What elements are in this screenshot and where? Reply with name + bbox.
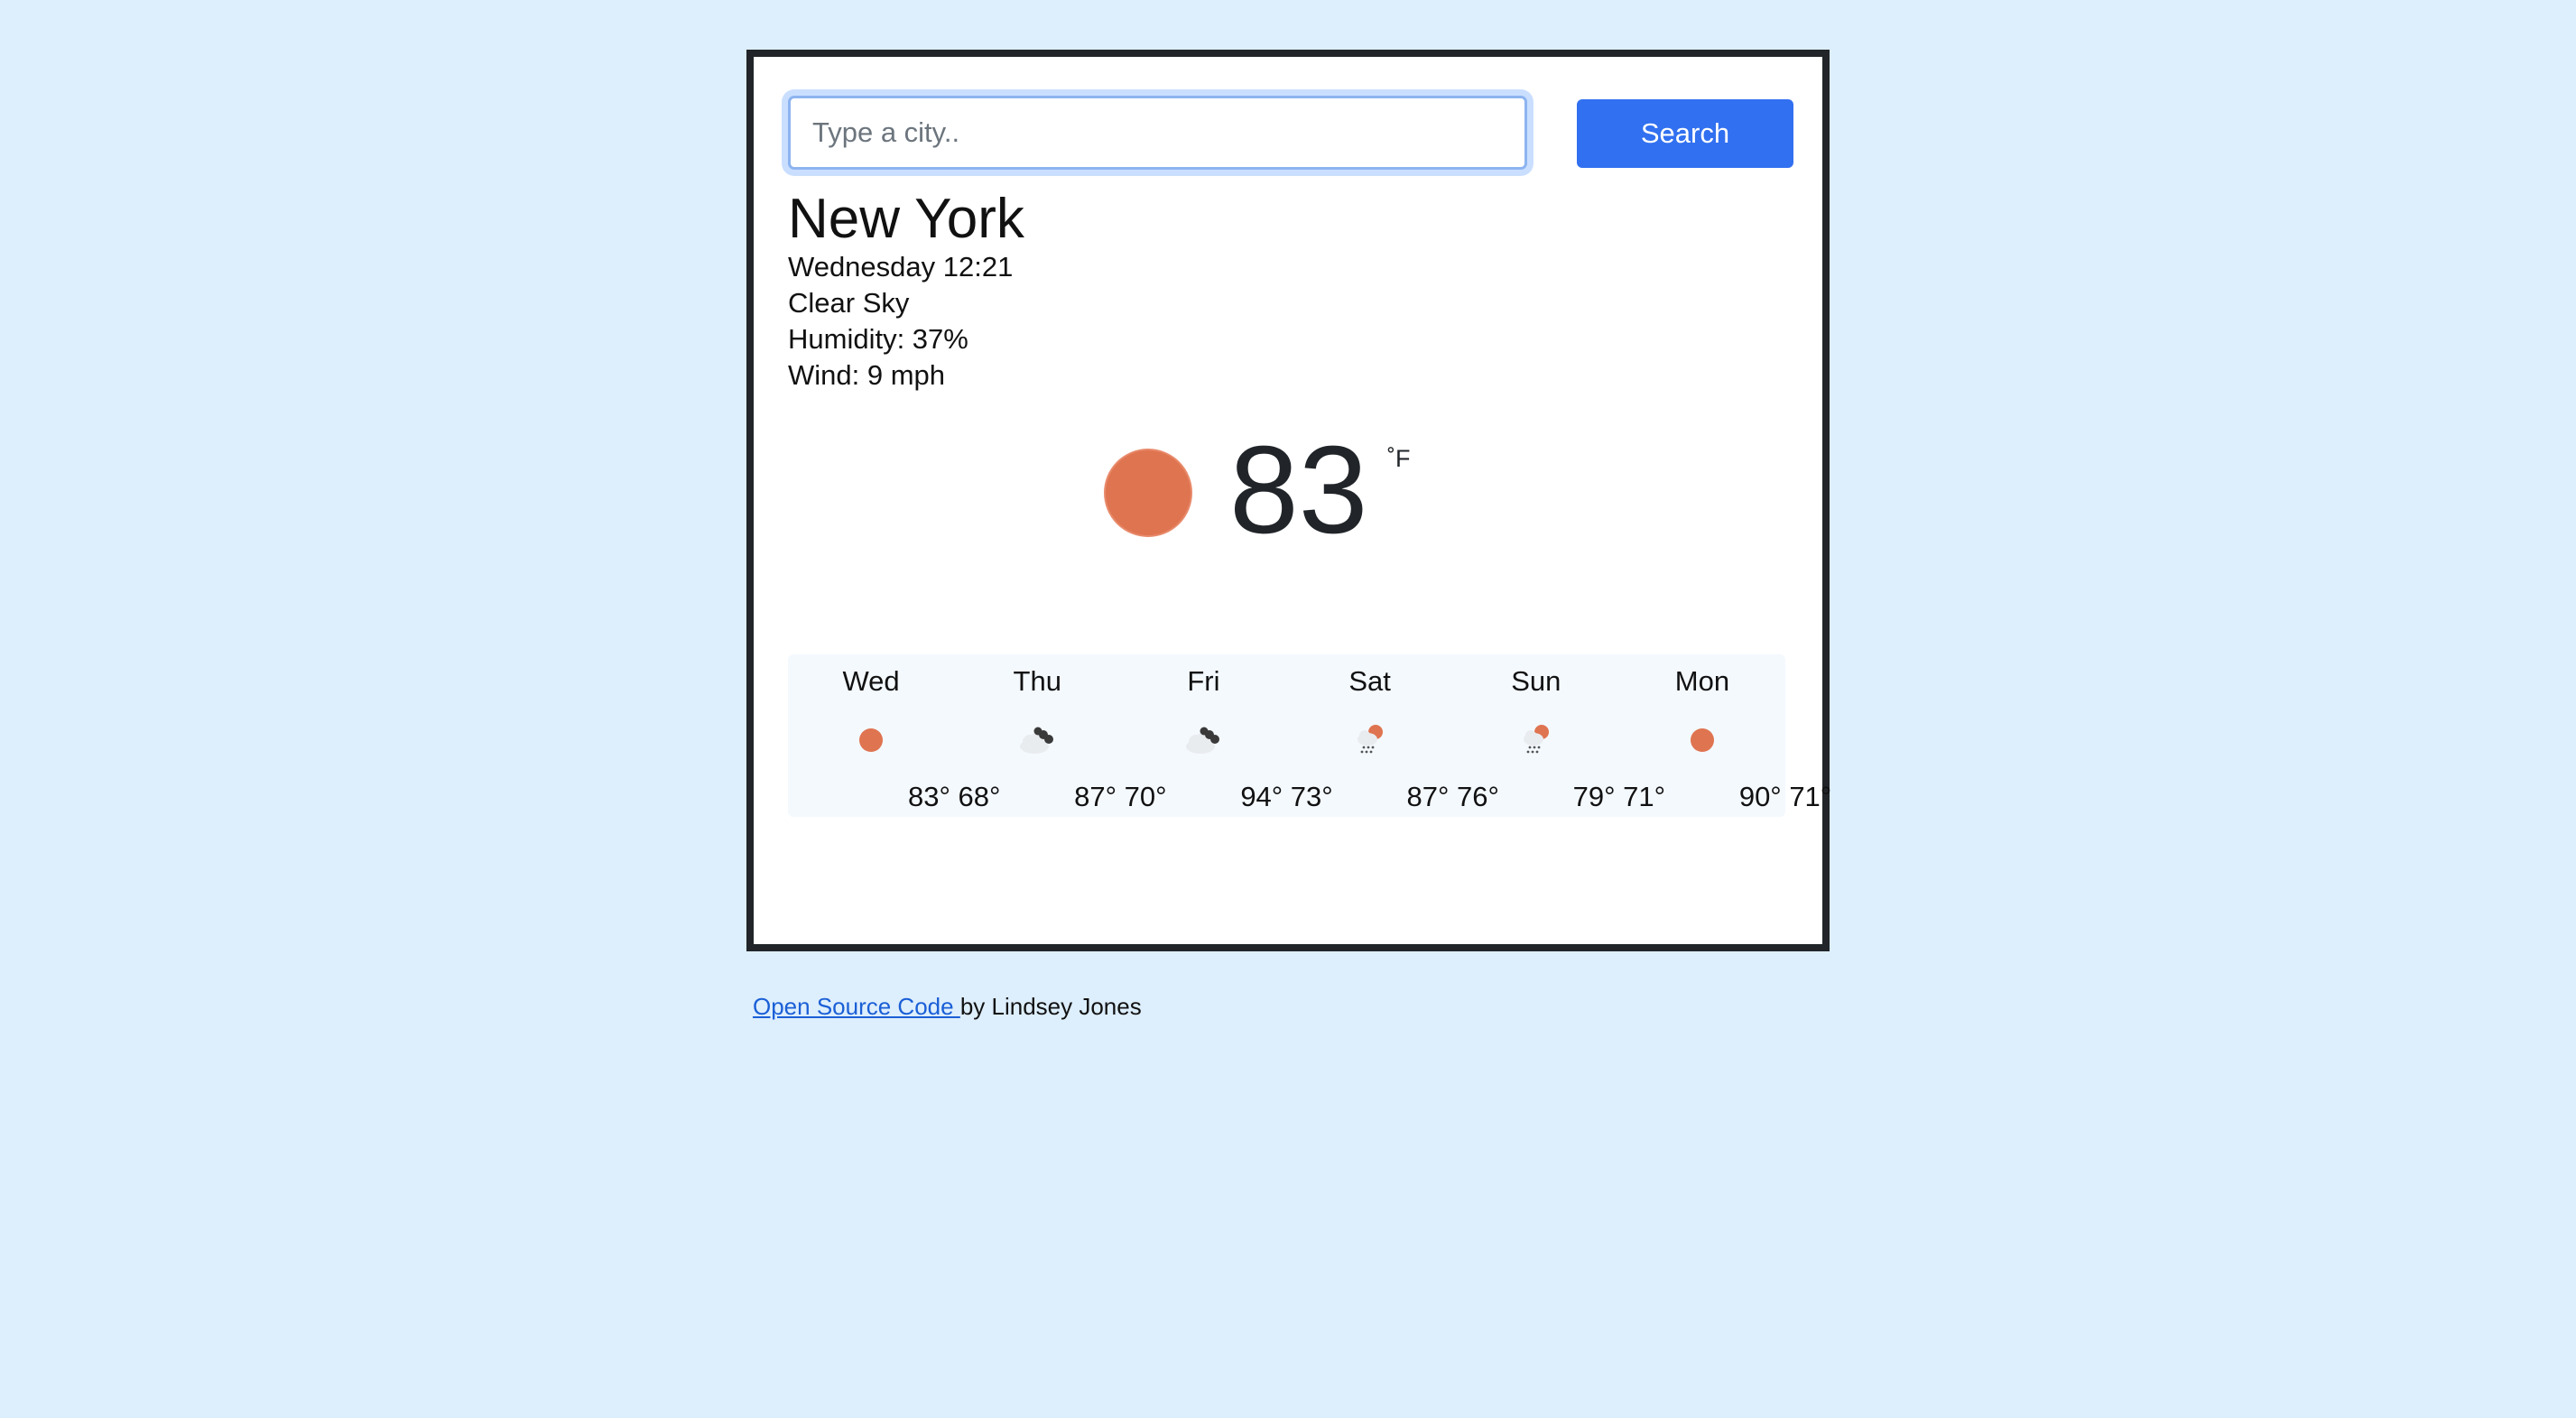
rain-sun-icon bbox=[1357, 725, 1383, 754]
open-source-code-link[interactable]: Open Source Code bbox=[753, 993, 960, 1020]
weather-description: Clear Sky bbox=[788, 287, 910, 319]
city-name: New York bbox=[788, 188, 1024, 250]
forecast-day: Sat 87° 76° bbox=[1287, 654, 1499, 817]
forecast-day: Fri 94° 73° bbox=[1120, 654, 1333, 817]
forecast-day-name: Fri bbox=[1187, 665, 1220, 697]
current-temperature: 83 bbox=[1229, 421, 1368, 560]
footer: Open Source Code by Lindsey Jones bbox=[753, 993, 1142, 1021]
wind-speed: Wind: 9 mph bbox=[788, 359, 946, 391]
humidity: Humidity: 37% bbox=[788, 323, 968, 355]
forecast-day: Thu 87° 70° bbox=[954, 654, 1167, 817]
search-button[interactable]: Search bbox=[1577, 99, 1793, 168]
unit-fahrenheit-link[interactable]: ˚F bbox=[1387, 445, 1410, 473]
city-search-input[interactable] bbox=[788, 96, 1527, 170]
sun-icon bbox=[1690, 728, 1714, 752]
weather-details: Wednesday 12:21 Clear Sky Humidity: 37% … bbox=[788, 249, 1013, 394]
forecast-day: Mon 90° 71° bbox=[1619, 654, 1831, 817]
rain-sun-icon bbox=[1523, 725, 1549, 754]
forecast-temps: 90° 71° bbox=[1738, 781, 1832, 812]
forecast-day: Sun 79° 71° bbox=[1453, 654, 1665, 817]
cloudy-icon bbox=[1020, 727, 1054, 754]
forecast-day-name: Sun bbox=[1511, 665, 1561, 697]
current-weather: 83 ˚F bbox=[754, 418, 1822, 616]
forecast-day-name: Thu bbox=[1013, 665, 1061, 697]
forecast-day-name: Sat bbox=[1348, 665, 1391, 697]
forecast-day-name: Mon bbox=[1674, 665, 1730, 697]
sun-icon bbox=[859, 728, 884, 752]
cloudy-icon bbox=[1186, 727, 1220, 754]
author-credit: by Lindsey Jones bbox=[959, 993, 1142, 1020]
forecast: Wed 83° 68° Thu 87° 70° Fri 94° 73° Sat … bbox=[788, 654, 1831, 817]
date-time: Wednesday 12:21 bbox=[788, 251, 1014, 283]
forecast-day-name: Wed bbox=[842, 665, 900, 697]
search-form: Search bbox=[754, 57, 1822, 192]
weather-app-card: Search New York Wednesday 12:21 Clear Sk… bbox=[746, 50, 1831, 951]
forecast-day: Wed 83° 68° bbox=[788, 654, 1000, 817]
sun-icon bbox=[1104, 449, 1192, 537]
